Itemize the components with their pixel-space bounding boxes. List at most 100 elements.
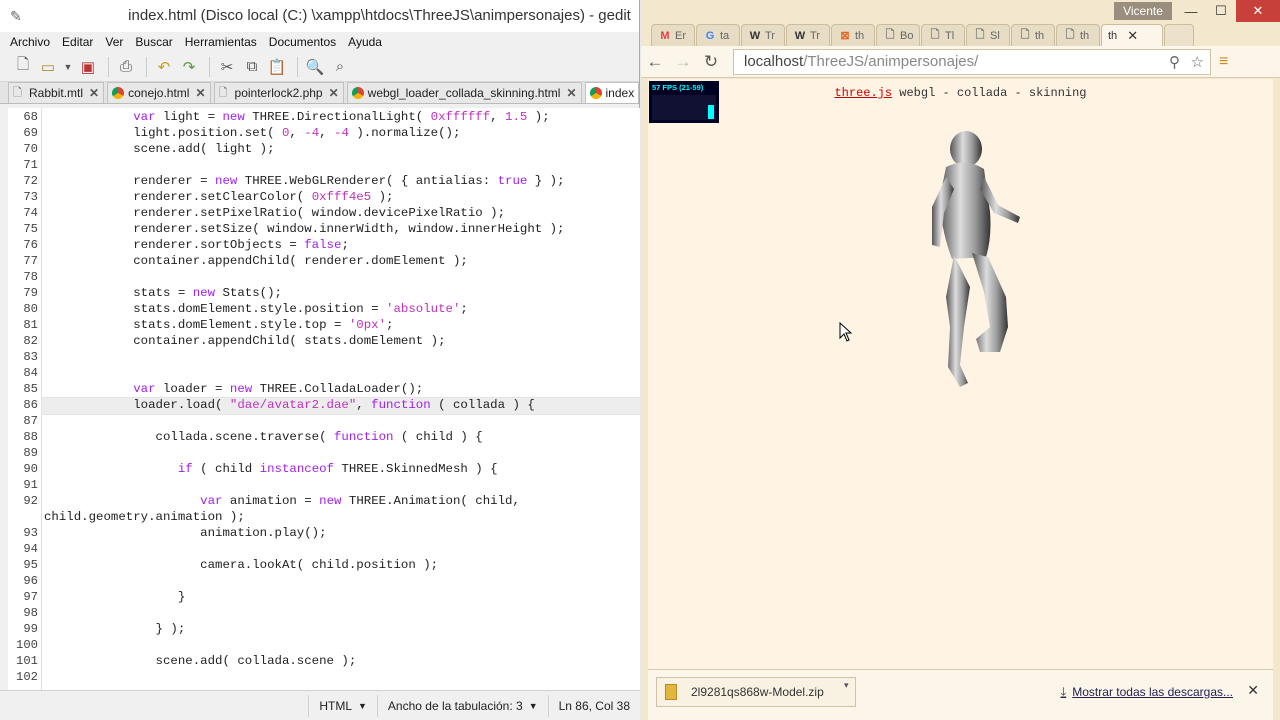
browser-tab[interactable]: 🗋 Bo [876,24,920,46]
mouse-cursor-icon [839,322,853,342]
download-item[interactable]: 2l9281qs868w-Model.zip [656,677,856,707]
line-number: 72 [23,174,38,188]
browser-tab[interactable]: W Tr [741,24,785,46]
line-number: 86 [23,398,38,412]
language-selector[interactable]: HTML ▼ [308,694,377,717]
tab-label: webgl_loader_collada_skinning.html [367,86,561,100]
browser-tab[interactable]: Gta [696,24,740,46]
open-folder-icon[interactable]: ▭ [37,56,59,78]
browser-tab-label: ta [720,29,730,42]
browser-tabs: M Er Gta W Tr W Tr ⊠ th 🗋 Bo 🗋 Tl 🗋 Sl 🗋 th 🗋 th th ✕ [651,22,1195,46]
menu-herramientas[interactable]: Herramientas [185,35,257,49]
redo-icon[interactable]: ↷ [178,56,200,78]
browser-tab[interactable]: 🗋 th [1056,24,1100,46]
menu-documentos[interactable]: Documentos [269,35,336,49]
reload-icon[interactable]: ↻ [697,52,725,72]
line-number: 102 [16,670,38,684]
cut-icon[interactable]: ✂ [216,56,238,78]
show-all-downloads-link[interactable]: ⤓ Mostrar todas las descargas... [1061,684,1233,700]
maximize-icon[interactable]: ☐ [1206,0,1236,22]
copy-icon[interactable]: ⧉ [241,56,263,78]
bookmark-star-icon[interactable]: ☆ [1191,53,1204,71]
new-file-icon[interactable]: 🗋 [12,56,34,78]
minimize-icon[interactable]: — [1176,0,1206,22]
chrome-menu-icon[interactable]: ≡ [1219,53,1228,71]
tab-width-label: Ancho de la tabulación: 3 [387,698,523,713]
close-icon[interactable]: ✕ [329,86,339,100]
tab-index[interactable]: index [584,82,639,103]
gedit-window: ✎ index.html (Disco local (C:) \xampp\ht… [0,0,640,720]
menu-ayuda[interactable]: Ayuda [348,35,382,49]
threejs-link[interactable]: three.js [834,86,892,100]
page-icon: 🗋 [1020,29,1030,41]
profile-button[interactable]: Vicente [1114,2,1172,20]
line-number: 73 [23,190,38,204]
tab-label: conejo.html [128,86,190,100]
close-icon[interactable]: ✕ [89,86,99,100]
zip-file-icon [665,684,677,700]
browser-tab[interactable]: ⊠ th [831,24,875,46]
line-number: 84 [23,366,38,380]
code-line: container.appendChild( renderer.domEleme… [44,254,468,268]
zoom-search-icon[interactable]: ⚲ [1169,53,1180,71]
menu-buscar[interactable]: Buscar [135,35,172,49]
line-number: 70 [23,142,38,156]
tab-width-selector[interactable]: Ancho de la tabulación: 3 ▼ [376,694,548,717]
page-viewport[interactable]: 57 FPS (21-59) three.js webgl - collada … [648,79,1273,669]
browser-tab[interactable]: 🗋 Tl [921,24,965,46]
tab-pointerlock2-php[interactable]: 🗋 pointerlock2.php ✕ [213,82,344,103]
file-icon: 🗋 [13,87,22,99]
forward-icon[interactable]: → [669,52,697,72]
code-line: stats.domElement.style.position = 'absol… [44,302,468,316]
paste-icon[interactable]: 📋 [266,56,288,78]
menu-archivo[interactable]: Archivo [10,35,50,49]
gedit-titlebar: ✎ index.html (Disco local (C:) \xampp\ht… [0,0,639,32]
download-options-icon[interactable]: ▾ [844,680,849,691]
close-icon[interactable]: ✕ [195,86,205,100]
tab-rabbit-mtl[interactable]: 🗋 Rabbit.mtl ✕ [8,82,105,103]
window-controls: — ☐ ✕ [1176,0,1280,22]
toolbar-separator [146,56,147,77]
replace-icon[interactable]: ⌕ [329,56,351,78]
code-editor[interactable]: 68 69 70 71 72 73 74 75 76 77 78 79 80 81 82 83 84 85 86 87… [8,108,640,690]
browser-tab[interactable]: 🗋 th [1011,24,1055,46]
browser-tab-active[interactable]: th ✕ [1101,24,1163,46]
print-icon[interactable]: ⎙ [115,56,137,78]
close-download-shelf-icon[interactable]: ✕ [1247,682,1259,699]
search-icon[interactable]: 🔍 [304,56,326,78]
tab-conejo-html[interactable]: conejo.html ✕ [107,82,211,103]
new-tab-button[interactable] [1164,24,1194,46]
download-arrow-icon: ⤓ [1060,684,1067,699]
back-icon[interactable]: ← [641,52,669,72]
browser-tab[interactable]: M Er [651,24,695,46]
code-line: var animation = new THREE.Animation( chi… [200,494,520,508]
toolbar-separator [209,56,210,77]
code-line: animation.play(); [44,526,327,540]
page-icon: 🗋 [930,29,940,41]
open-dropdown-icon[interactable]: ▼ [62,56,74,78]
code-line: renderer = new THREE.WebGLRenderer( { an… [44,174,565,188]
code-line: renderer.setSize( window.innerWidth, win… [44,222,565,236]
browser-tab[interactable]: 🗋 Sl [966,24,1010,46]
line-number: 74 [23,206,38,220]
close-tab-icon[interactable]: ✕ [1127,28,1138,44]
code-line: child.geometry.animation ); [44,510,245,524]
undo-icon[interactable]: ↶ [153,56,175,78]
info-text: webgl - collada - skinning [892,86,1087,100]
line-number: 90 [23,462,38,476]
menu-ver[interactable]: Ver [105,35,123,49]
browser-tab[interactable]: W Tr [786,24,830,46]
code-line: stats = new Stats(); [44,286,282,300]
code-line: } [44,590,186,604]
browser-tab-label: th [855,29,865,42]
save-icon[interactable]: ▣ [77,56,99,78]
line-number: 87 [23,414,38,428]
page-icon: 🗋 [1065,29,1075,41]
close-window-icon[interactable]: ✕ [1236,0,1280,22]
language-label: HTML [319,698,352,713]
menu-editar[interactable]: Editar [62,35,93,49]
tab-webgl-loader[interactable]: webgl_loader_collada_skinning.html ✕ [346,82,582,103]
address-bar[interactable]: localhost/ThreeJS/animpersonajes/ ☆ ⚲ [733,48,1211,75]
close-icon[interactable]: ✕ [566,86,576,100]
wikipedia-icon: W [794,29,806,42]
